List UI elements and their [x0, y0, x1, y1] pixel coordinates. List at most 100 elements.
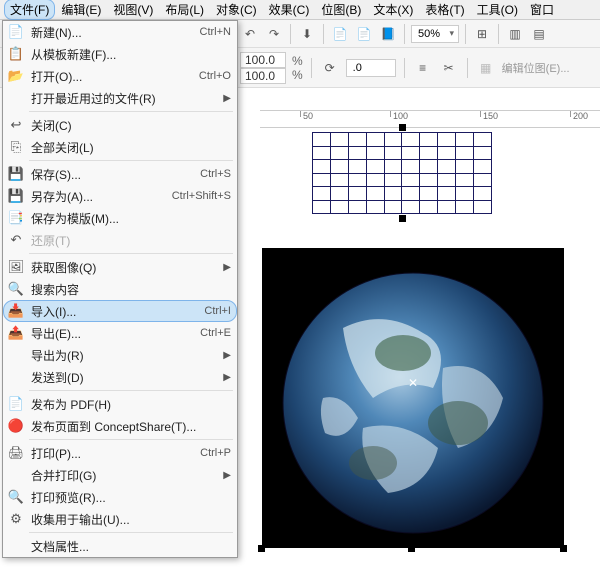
- menu-item-17[interactable]: 导出为(R)▶: [3, 344, 237, 366]
- menu-8[interactable]: 表格(T): [419, 0, 470, 20]
- menu-label: 导出(E)...: [27, 325, 200, 342]
- menu-icon: 💾: [5, 187, 27, 205]
- menu-item-11: ↶还原(T): [3, 229, 237, 251]
- menu-5[interactable]: 效果(C): [263, 0, 316, 20]
- menu-icon: 📄: [5, 23, 27, 41]
- menu-shortcut: Ctrl+Shift+S: [172, 190, 231, 202]
- doc2-icon[interactable]: 📄: [354, 24, 374, 44]
- menu-label: 发送到(D): [27, 369, 223, 386]
- menu-shortcut: Ctrl+N: [200, 26, 231, 38]
- scale-fields[interactable]: 100.0 100.0: [240, 52, 286, 84]
- menu-icon: ↩: [5, 116, 27, 134]
- menu-item-16[interactable]: 📤导出(E)...Ctrl+E: [3, 322, 237, 344]
- menu-label: 导出为(R): [27, 347, 223, 364]
- menu-label: 导入(I)...: [27, 303, 204, 320]
- menu-icon: 📂: [5, 67, 27, 85]
- menu-label: 搜索内容: [27, 281, 231, 298]
- earth-image[interactable]: ✕: [262, 248, 564, 548]
- menu-icon: ⚙: [5, 510, 27, 528]
- chevron-right-icon: ▶: [223, 93, 231, 104]
- rotate-icon[interactable]: ⟳: [320, 58, 340, 78]
- menu-item-26[interactable]: ⚙收集用于输出(U)...: [3, 508, 237, 530]
- menu-label: 打印(P)...: [27, 445, 200, 462]
- import-icon[interactable]: ⬇: [297, 24, 317, 44]
- menu-10[interactable]: 窗口: [524, 0, 560, 20]
- menu-4[interactable]: 对象(C): [210, 0, 263, 20]
- handle-bm[interactable]: [408, 545, 415, 552]
- ruler-horizontal: 50100150200: [260, 110, 600, 128]
- menu-2[interactable]: 视图(V): [107, 0, 159, 20]
- menu-item-9[interactable]: 💾另存为(A)...Ctrl+Shift+S: [3, 185, 237, 207]
- menu-label: 从模板新建(F)...: [27, 46, 231, 63]
- menu-icon: 🖼: [5, 258, 27, 276]
- chevron-right-icon: ▶: [223, 372, 231, 383]
- handle-top[interactable]: [399, 124, 406, 131]
- snap-icon[interactable]: ⊞: [472, 24, 492, 44]
- grid-icon[interactable]: ▤: [529, 24, 549, 44]
- crop-icon[interactable]: ✂: [439, 58, 459, 78]
- menu-shortcut: Ctrl+O: [199, 70, 231, 82]
- menu-9[interactable]: 工具(O): [471, 0, 524, 20]
- menu-item-8[interactable]: 💾保存(S)...Ctrl+S: [3, 163, 237, 185]
- menu-label: 打开最近用过的文件(R): [27, 90, 223, 107]
- menu-item-6[interactable]: ⎘全部关闭(L): [3, 136, 237, 158]
- grid-object[interactable]: [312, 132, 492, 214]
- rotate-input[interactable]: .0: [346, 59, 396, 77]
- center-mark-icon: ✕: [408, 376, 418, 390]
- menu-item-14[interactable]: 🔍搜索内容: [3, 278, 237, 300]
- menu-item-5[interactable]: ↩关闭(C): [3, 114, 237, 136]
- menu-icon: [5, 466, 27, 484]
- menu-1[interactable]: 编辑(E): [55, 0, 107, 20]
- handle-mid[interactable]: [399, 215, 406, 222]
- menu-item-1[interactable]: 📋从模板新建(F)...: [3, 43, 237, 65]
- menu-label: 收集用于输出(U)...: [27, 511, 231, 528]
- editbmp-label: 编辑位图(E)...: [502, 60, 570, 76]
- menu-label: 新建(N)...: [27, 24, 200, 41]
- menu-item-2[interactable]: 📂打开(O)...Ctrl+O: [3, 65, 237, 87]
- doc1-icon[interactable]: 📄: [330, 24, 350, 44]
- menu-item-13[interactable]: 🖼获取图像(Q)▶: [3, 256, 237, 278]
- redo-icon[interactable]: ↷: [264, 24, 284, 44]
- menu-6[interactable]: 位图(B): [315, 0, 367, 20]
- pdf-icon[interactable]: 📘: [378, 24, 398, 44]
- menu-label: 发布为 PDF(H): [27, 396, 231, 413]
- menu-7[interactable]: 文本(X): [367, 0, 419, 20]
- menu-icon: [5, 346, 27, 364]
- menu-item-28[interactable]: 文档属性...: [3, 535, 237, 557]
- menu-item-24[interactable]: 合并打印(G)▶: [3, 464, 237, 486]
- chevron-right-icon: ▶: [223, 350, 231, 361]
- menu-icon: 🔍: [5, 280, 27, 298]
- menu-icon: 📤: [5, 324, 27, 342]
- menu-icon: 📑: [5, 209, 27, 227]
- menu-item-25[interactable]: 🔍打印预览(R)...: [3, 486, 237, 508]
- undo-icon[interactable]: ↶: [240, 24, 260, 44]
- menu-icon: [5, 89, 27, 107]
- menu-0[interactable]: 文件(F): [4, 0, 55, 20]
- menu-item-21[interactable]: 🔴发布页面到 ConceptShare(T)...: [3, 415, 237, 437]
- zoom-select[interactable]: 50%: [411, 25, 459, 43]
- handle-br[interactable]: [560, 545, 567, 552]
- handle-bl[interactable]: [258, 545, 265, 552]
- menu-icon: 🔴: [5, 417, 27, 435]
- menu-item-23[interactable]: 🖨打印(P)...Ctrl+P: [3, 442, 237, 464]
- menu-label: 获取图像(Q): [27, 259, 223, 276]
- menu-item-0[interactable]: 📄新建(N)...Ctrl+N: [3, 21, 237, 43]
- menu-icon: 📥: [5, 302, 27, 320]
- menu-icon: 📄: [5, 395, 27, 413]
- menu-label: 合并打印(G): [27, 467, 223, 484]
- canvas[interactable]: ✕: [260, 128, 600, 576]
- ruler-tick: 150: [480, 111, 498, 117]
- menu-item-15[interactable]: 📥导入(I)...Ctrl+I: [3, 300, 237, 322]
- guides-icon[interactable]: ▥: [505, 24, 525, 44]
- menu-item-18[interactable]: 发送到(D)▶: [3, 366, 237, 388]
- menu-item-10[interactable]: 📑保存为模版(M)...: [3, 207, 237, 229]
- menu-icon: [5, 368, 27, 386]
- menu-shortcut: Ctrl+E: [200, 327, 231, 339]
- chevron-right-icon: ▶: [223, 470, 231, 481]
- align-icon[interactable]: ≡: [413, 58, 433, 78]
- menu-item-3[interactable]: 打开最近用过的文件(R)▶: [3, 87, 237, 109]
- menu-label: 发布页面到 ConceptShare(T)...: [27, 418, 231, 435]
- ruler-tick: 200: [570, 111, 588, 117]
- menu-3[interactable]: 布局(L): [159, 0, 210, 20]
- menu-item-20[interactable]: 📄发布为 PDF(H): [3, 393, 237, 415]
